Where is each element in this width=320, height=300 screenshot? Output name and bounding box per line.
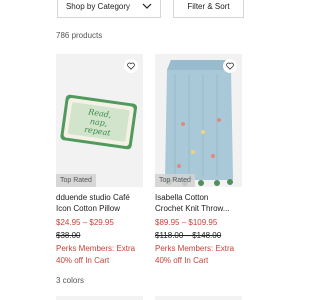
top-rated-badge: Top Rated — [56, 174, 96, 187]
product-original-price: $38.00 — [56, 231, 81, 240]
wishlist-heart-icon[interactable] — [124, 59, 138, 73]
pillow-image: Read, nap, repeat — [56, 54, 143, 187]
product-price: $89.95 – $109.95 — [155, 218, 218, 227]
product-count: 786 products — [56, 31, 103, 40]
wishlist-heart-icon[interactable] — [223, 59, 237, 73]
chevron-down-icon — [142, 3, 152, 9]
next-product-image[interactable] — [56, 296, 143, 300]
product-original-price: $118.00 – $148.00 — [155, 231, 222, 240]
product-card[interactable]: Top Rated Isabella Cotton Crochet Knit T… — [155, 54, 242, 267]
throw-image — [155, 54, 242, 187]
product-image[interactable]: Read, nap, repeat Top Rated — [56, 54, 143, 187]
product-title[interactable]: Isabella Cotton Crochet Knit Throw... — [155, 192, 242, 214]
top-rated-badge: Top Rated — [155, 174, 195, 187]
shop-by-category-label: Shop by Category — [65, 1, 131, 11]
perks-promo: Perks Members: Extra 40% off In Cart — [155, 244, 235, 265]
product-card[interactable]: Read, nap, repeat Top Rated dduende stud… — [56, 54, 143, 285]
color-count[interactable]: 3 colors — [56, 276, 143, 285]
next-product-image[interactable] — [155, 296, 242, 300]
product-price: $24.95 – $29.95 — [56, 218, 114, 227]
perks-promo: Perks Members: Extra 40% off In Cart — [56, 244, 136, 265]
filter-sort-label: Filter & Sort — [187, 1, 230, 11]
filter-sort-button[interactable]: Filter & Sort — [173, 0, 244, 18]
product-title[interactable]: dduende studio Café Icon Cotton Pillow — [56, 192, 143, 214]
shop-by-category-button[interactable]: Shop by Category — [57, 0, 161, 18]
product-image[interactable]: Top Rated — [155, 54, 242, 187]
